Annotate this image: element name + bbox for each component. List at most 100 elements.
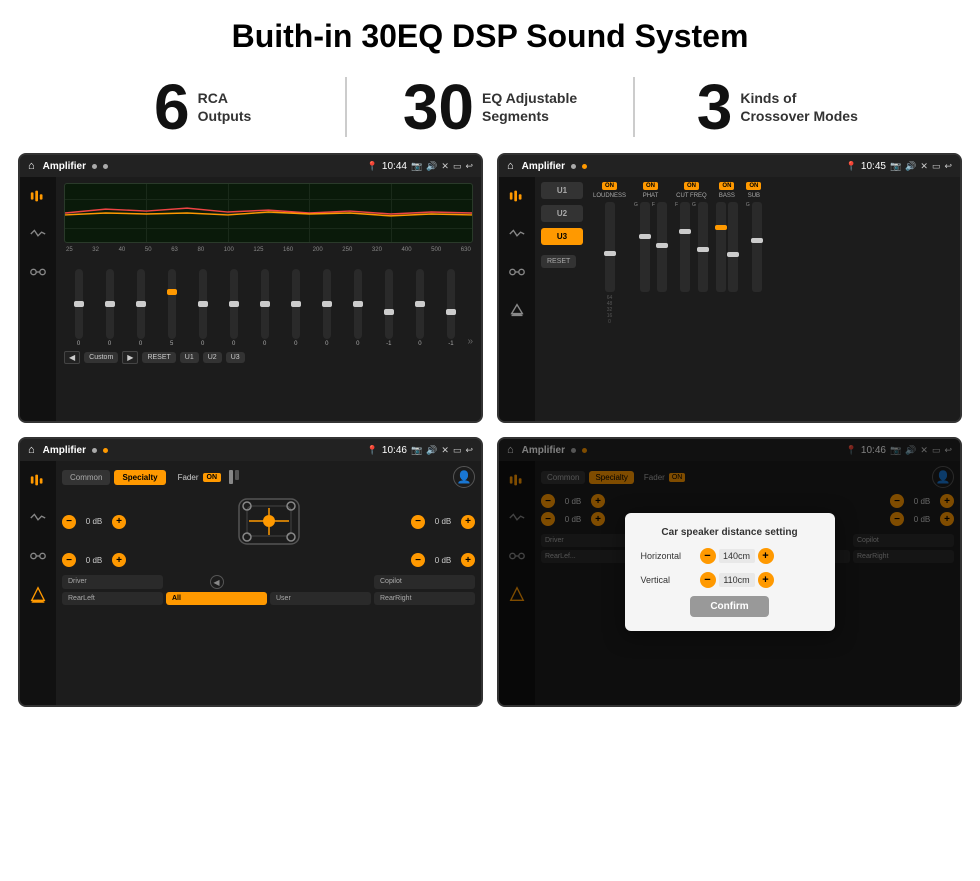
- expand-icon[interactable]: »: [467, 336, 473, 347]
- eq-slider-8[interactable]: 0: [281, 269, 310, 347]
- fader-sidebar-icon-3[interactable]: [27, 545, 49, 567]
- back-icon-2[interactable]: ↩: [944, 161, 952, 172]
- crossover-u1-button[interactable]: U1: [541, 182, 583, 199]
- horizontal-stepper: − 140cm +: [700, 548, 774, 564]
- crossover-sidebar-icon-1[interactable]: [506, 185, 528, 207]
- eq-slider-5[interactable]: 0: [188, 269, 217, 347]
- fader-sidebar-icon-4[interactable]: [27, 583, 49, 605]
- cutfreq-label: CUT FREQ: [676, 193, 707, 199]
- eq-slider-10[interactable]: 0: [343, 269, 372, 347]
- window-icon-2: ▭: [932, 161, 941, 172]
- eq-curve-svg: [65, 184, 472, 242]
- home-icon-2[interactable]: ⌂: [507, 160, 514, 172]
- fader-sidebar-icon-2[interactable]: [27, 507, 49, 529]
- vertical-value: 110cm: [719, 573, 755, 587]
- eq-u2-button[interactable]: U2: [203, 352, 222, 363]
- location-icon: 📍: [367, 161, 378, 172]
- vol1-right-minus[interactable]: −: [411, 515, 425, 529]
- home-icon-3[interactable]: ⌂: [28, 444, 35, 456]
- fader-tab-common[interactable]: Common: [62, 470, 110, 485]
- fader-tab-specialty[interactable]: Specialty: [114, 470, 165, 485]
- eq-slider-4[interactable]: 5: [157, 269, 186, 347]
- crossover-u3-button[interactable]: U3: [541, 228, 583, 245]
- dialog-overlay: Car speaker distance setting Horizontal …: [499, 439, 960, 705]
- driver-button[interactable]: Driver: [62, 575, 163, 589]
- dialog-title: Car speaker distance setting: [641, 527, 819, 538]
- rearleft-button[interactable]: RearLeft: [62, 592, 163, 605]
- back-icon[interactable]: ↩: [465, 161, 473, 172]
- location-icon-2: 📍: [846, 161, 857, 172]
- eq-next-button[interactable]: ▶: [122, 351, 138, 364]
- crossover-u2-button[interactable]: U2: [541, 205, 583, 222]
- nav-left-icon[interactable]: ◀: [210, 575, 224, 589]
- eq-u1-button[interactable]: U1: [180, 352, 199, 363]
- crossover-screen: ⌂ Amplifier 📍 10:45 📷 🔊 ✕ ▭ ↩: [497, 153, 962, 423]
- crossover-sidebar-icon-2[interactable]: [506, 223, 528, 245]
- crossover-reset-button[interactable]: RESET: [541, 255, 576, 268]
- crossover-sidebar-icon-3[interactable]: [506, 261, 528, 283]
- vertical-minus-button[interactable]: −: [700, 572, 716, 588]
- vol2-right-minus[interactable]: −: [411, 553, 425, 567]
- fader-status-icons: 📍 10:46 📷 🔊 ✕ ▭ ↩: [367, 445, 473, 456]
- eq-status-bar: ⌂ Amplifier 📍 10:44 📷 🔊 ✕ ▭ ↩: [20, 155, 481, 177]
- eq-slider-2[interactable]: 0: [95, 269, 124, 347]
- vertical-plus-button[interactable]: +: [758, 572, 774, 588]
- eq-slider-6[interactable]: 0: [219, 269, 248, 347]
- person-icon[interactable]: 👤: [453, 466, 475, 488]
- back-icon-3[interactable]: ↩: [465, 445, 473, 456]
- crossover-sidebar-icon-4[interactable]: [506, 299, 528, 321]
- eq-sidebar-icon-3[interactable]: [27, 261, 49, 283]
- horizontal-label: Horizontal: [641, 551, 696, 561]
- eq-main: 2532405063 80100125160200 25032040050063…: [56, 177, 481, 421]
- volume-icon: 🔊: [426, 161, 437, 172]
- crossover-sidebar: [499, 177, 535, 421]
- camera-icon-2: 📷: [890, 161, 901, 172]
- eq-slider-13[interactable]: -1: [436, 269, 465, 347]
- all-button[interactable]: All: [166, 592, 267, 605]
- rearright-button[interactable]: RearRight: [374, 592, 475, 605]
- close-icon-3: ✕: [441, 445, 449, 456]
- location-icon-3: 📍: [367, 445, 378, 456]
- eq-prev-button[interactable]: ◀: [64, 351, 80, 364]
- horizontal-minus-button[interactable]: −: [700, 548, 716, 564]
- phat-group: ON PHAT G F: [634, 182, 667, 292]
- eq-slider-12[interactable]: 0: [405, 269, 434, 347]
- status-dot-1: [92, 164, 97, 169]
- vol2-left-plus[interactable]: +: [112, 553, 126, 567]
- vol1-right-value: 0 dB: [429, 517, 457, 526]
- vol1-left-value: 0 dB: [80, 517, 108, 526]
- vol1-right-plus[interactable]: +: [461, 515, 475, 529]
- vertical-label: Vertical: [641, 575, 696, 585]
- vol1-left-minus[interactable]: −: [62, 515, 76, 529]
- confirm-button[interactable]: Confirm: [690, 596, 768, 617]
- stat-label-eq: EQ AdjustableSegments: [482, 89, 577, 125]
- crossover-app-title: Amplifier: [522, 161, 565, 172]
- loudness-group: ON LOUDNESS 64 48 32 16 0: [593, 182, 626, 325]
- eq-slider-3[interactable]: 0: [126, 269, 155, 347]
- horizontal-value: 140cm: [719, 549, 755, 563]
- eq-reset-button[interactable]: RESET: [142, 352, 175, 363]
- close-icon-2: ✕: [920, 161, 928, 172]
- eq-sidebar-icon-2[interactable]: [27, 223, 49, 245]
- eq-u3-button[interactable]: U3: [226, 352, 245, 363]
- horizontal-plus-button[interactable]: +: [758, 548, 774, 564]
- vertical-stepper: − 110cm +: [700, 572, 774, 588]
- eq-slider-9[interactable]: 0: [312, 269, 341, 347]
- crossover-time: 10:45: [861, 161, 886, 172]
- vol2-right-plus[interactable]: +: [461, 553, 475, 567]
- dialog-screen: ⌂ Amplifier 📍 10:46 📷 🔊 ✕ ▭ ↩: [497, 437, 962, 707]
- home-icon[interactable]: ⌂: [28, 160, 35, 172]
- eq-slider-7[interactable]: 0: [250, 269, 279, 347]
- eq-sidebar-icon-1[interactable]: [27, 185, 49, 207]
- eq-slider-1[interactable]: 0: [64, 269, 93, 347]
- vol1-left-plus[interactable]: +: [112, 515, 126, 529]
- fader-sidebar-icon-1[interactable]: [27, 469, 49, 491]
- bass-label: BASS: [719, 193, 735, 199]
- crossover-main: U1 U2 U3 RESET ON LOUDNESS: [535, 177, 960, 421]
- eq-slider-11[interactable]: -1: [374, 269, 403, 347]
- copilot-button[interactable]: Copilot: [374, 575, 475, 589]
- status-dot-3: [571, 164, 576, 169]
- page-title: Buith-in 30EQ DSP Sound System: [0, 0, 980, 65]
- user-button[interactable]: User: [270, 592, 371, 605]
- vol2-left-minus[interactable]: −: [62, 553, 76, 567]
